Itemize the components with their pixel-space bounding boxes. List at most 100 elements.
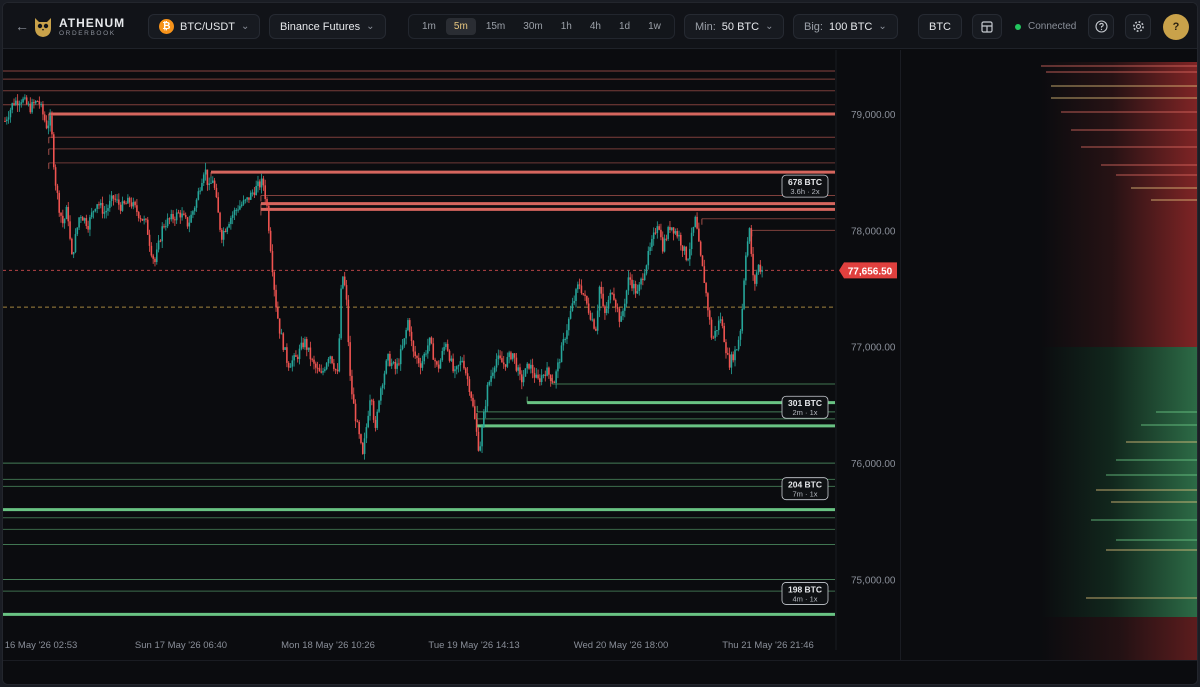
candle-body: [56, 185, 59, 193]
candle-body: [260, 178, 263, 188]
candle-body: [51, 115, 53, 135]
candle-body: [192, 211, 194, 215]
timeframe-group: 1m 5m 15m 30m 1h 4h 1d 1w: [408, 14, 675, 39]
back-arrow-icon[interactable]: ←: [15, 13, 29, 38]
candle-body: [298, 348, 301, 360]
candle-body: [94, 208, 97, 212]
candle-body: [43, 114, 46, 121]
app-logo: ATHENUM ORDERBOOK: [33, 12, 125, 42]
big-size-selector[interactable]: Big: 100 BTC ⌄: [793, 14, 898, 39]
candle-body: [405, 330, 407, 339]
candle-body: [58, 192, 61, 213]
candle-body: [736, 349, 738, 351]
candle-body: [407, 320, 409, 331]
candle-body: [548, 367, 550, 375]
candle-body: [314, 363, 317, 368]
candle-body: [284, 347, 286, 350]
candle-body: [309, 347, 312, 360]
timeframe-1w[interactable]: 1w: [640, 18, 669, 35]
candle-body: [475, 418, 478, 432]
candle-body: [524, 368, 527, 377]
candle-body: [591, 319, 594, 321]
candle-body: [502, 362, 505, 365]
timeframe-15m[interactable]: 15m: [478, 18, 513, 35]
candle-body: [197, 191, 200, 200]
min-size-selector[interactable]: Min: 50 BTC ⌄: [684, 14, 785, 39]
candle-body: [174, 219, 176, 221]
timeframe-5m[interactable]: 5m: [445, 18, 476, 35]
price-chart[interactable]: 79,000.00 78,000.00 77,000.00 76,000.00 75,0…: [3, 50, 898, 660]
candle-body: [716, 330, 718, 332]
candle-body: [528, 363, 530, 369]
timeframe-1d[interactable]: 1d: [611, 18, 638, 35]
candle-body: [24, 97, 26, 99]
candle-body: [414, 351, 416, 356]
candle-body: [676, 231, 678, 237]
candle-body: [89, 217, 91, 230]
bottom-bar: [3, 660, 1197, 684]
candle-body: [136, 205, 138, 213]
help-button[interactable]: [1088, 14, 1114, 39]
candle-body: [513, 353, 516, 358]
candle-body: [215, 187, 218, 198]
candle-body: [231, 214, 234, 218]
candle-body: [184, 214, 187, 218]
candle-body: [683, 246, 686, 251]
candle-body: [233, 210, 236, 215]
timeframe-30m[interactable]: 30m: [515, 18, 550, 35]
depth-levels: [1041, 65, 1197, 599]
candle-body: [222, 230, 225, 240]
candle-body: [123, 201, 126, 204]
candle-body: [361, 442, 364, 454]
big-size-value: 100 BTC: [828, 20, 873, 33]
timeframe-4h[interactable]: 4h: [582, 18, 609, 35]
timeframe-1h[interactable]: 1h: [553, 18, 580, 35]
candle-body: [155, 249, 158, 263]
candle-body: [625, 290, 628, 304]
user-avatar[interactable]: ?: [1163, 14, 1189, 40]
exchange-selector[interactable]: Binance Futures ⌄: [269, 14, 386, 39]
settings-button[interactable]: [1125, 14, 1151, 39]
symbol-selector[interactable]: ₿ BTC/USDT ⌄: [148, 14, 261, 39]
candle-body: [304, 339, 306, 348]
wall-size-label: 198 BTC: [788, 584, 822, 594]
candle-body: [690, 232, 693, 250]
candle-body: [577, 284, 579, 290]
candle-body: [383, 373, 386, 385]
candle-body: [455, 366, 458, 370]
candle-body: [464, 368, 467, 374]
candle-body: [446, 343, 449, 351]
candle-body: [723, 325, 725, 343]
candle-body: [517, 367, 519, 371]
unit-toggle-button[interactable]: BTC: [918, 14, 962, 39]
candle-body: [707, 293, 709, 311]
candle-body: [522, 376, 525, 383]
candle-body: [560, 345, 563, 363]
candle-body: [526, 363, 529, 369]
candle-body: [170, 214, 173, 220]
candle-body: [445, 343, 447, 347]
candle-body: [551, 380, 554, 383]
candle-body: [649, 247, 651, 251]
candle-body: [62, 215, 64, 224]
candle-body: [557, 362, 559, 372]
owl-logo-icon: [35, 18, 51, 37]
wall-meta-label: 2m · 1x: [792, 408, 817, 417]
timeframe-1m[interactable]: 1m: [414, 18, 444, 35]
wall-meta-label: 7m · 1x: [792, 490, 817, 499]
candle-body: [567, 318, 570, 331]
unit-label: BTC: [929, 20, 951, 33]
candle-body: [54, 167, 57, 186]
candle-body: [531, 364, 534, 374]
layout-button[interactable]: [972, 14, 1002, 39]
candle-body: [152, 255, 154, 259]
candle-body: [598, 286, 601, 311]
candle-body: [327, 358, 330, 364]
candle-body: [369, 400, 371, 416]
candle-body: [638, 284, 641, 292]
candle-body: [719, 319, 722, 321]
candle-body: [289, 366, 292, 368]
candle-body: [674, 231, 677, 234]
candle-body: [311, 359, 313, 361]
candle-body: [248, 197, 250, 200]
